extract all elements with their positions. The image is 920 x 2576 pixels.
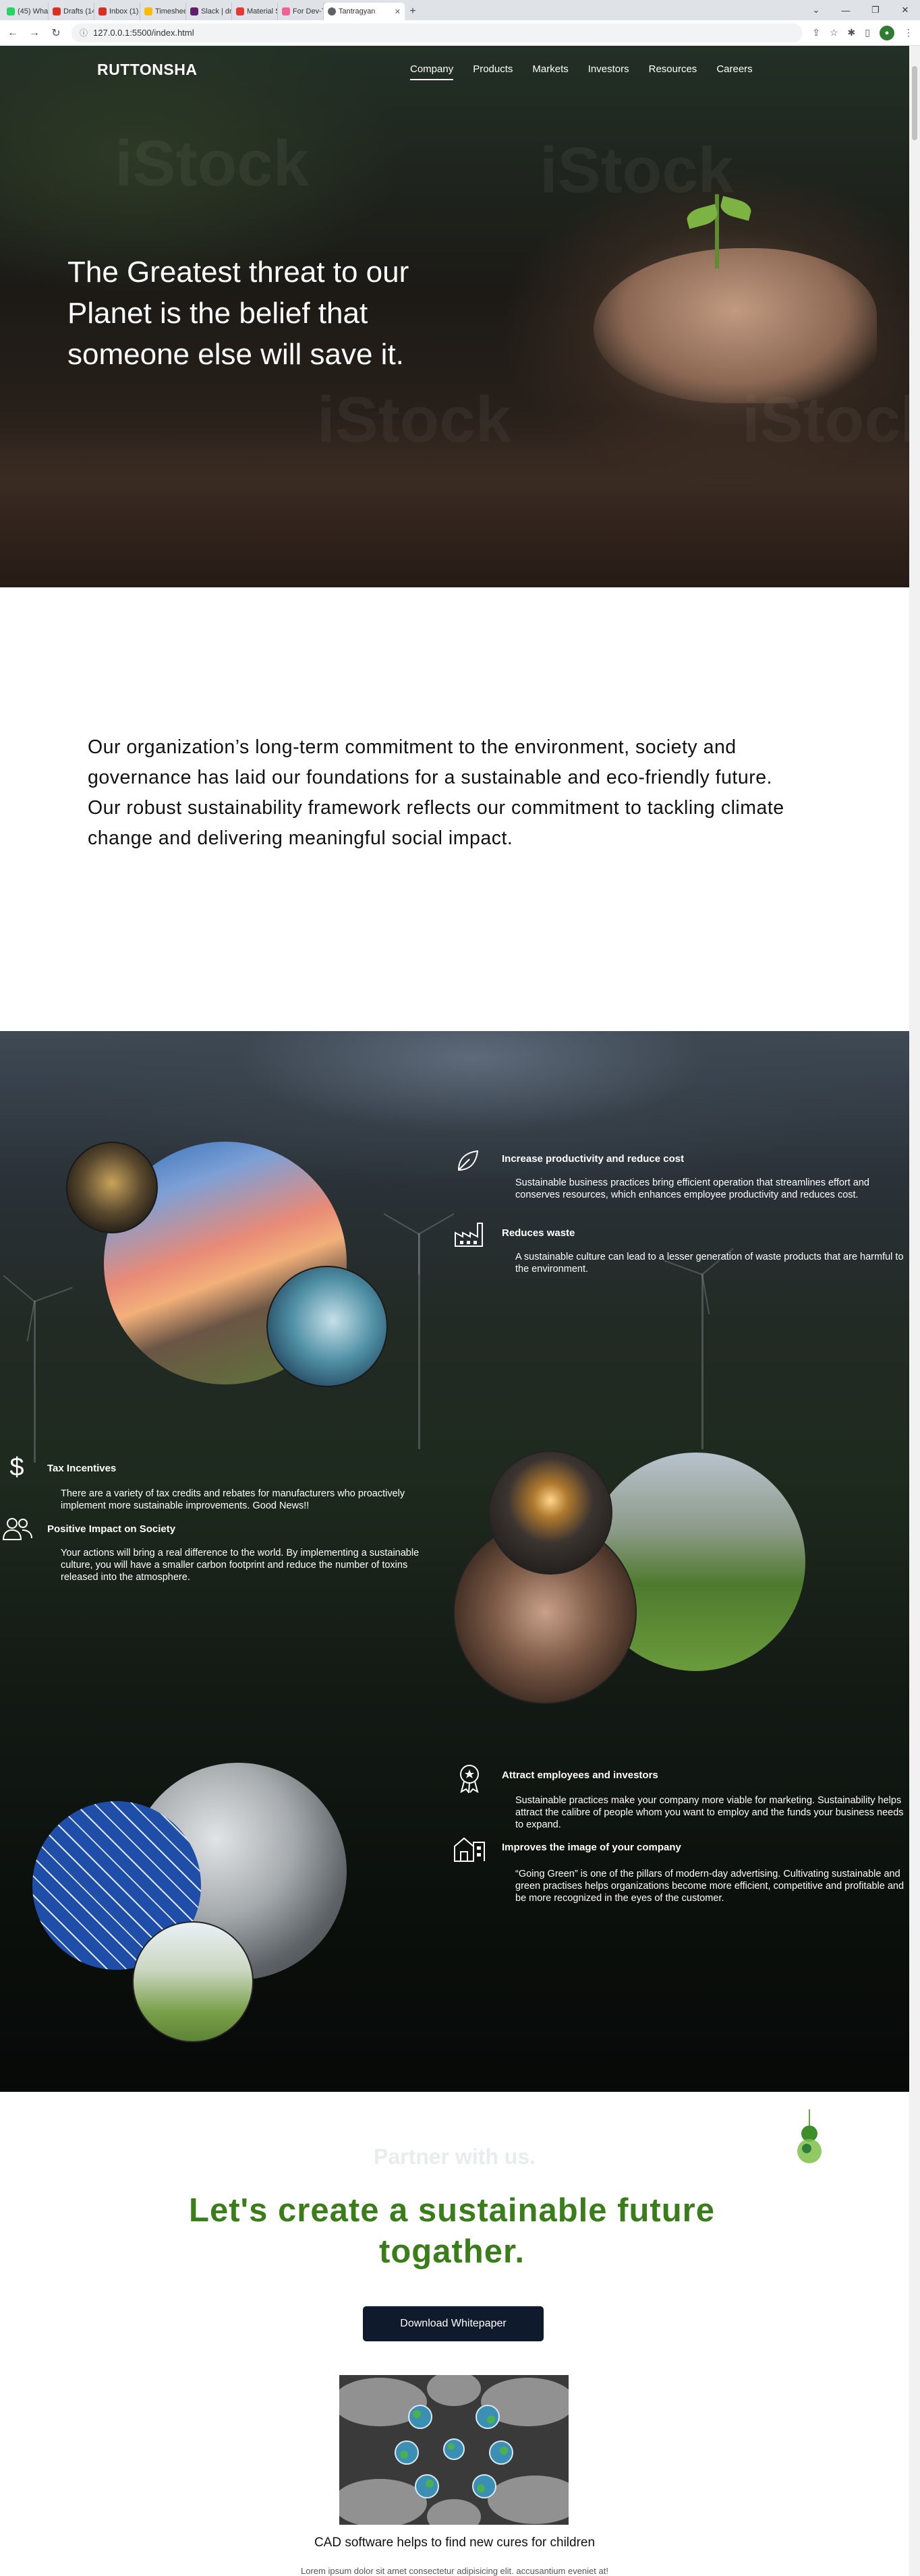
download-whitepaper-button[interactable]: Download Whitepaper: [363, 2306, 544, 2341]
browser-tab-strip: (45) WhatsApp✕ Drafts (14) - ✕ Inbox (1)…: [0, 0, 920, 20]
back-icon[interactable]: ←: [7, 27, 19, 39]
tab-search-icon[interactable]: ⌄: [801, 5, 831, 16]
wind-turbine: [701, 1274, 703, 1449]
main-nav: Company Products Markets Investors Resou…: [410, 63, 753, 80]
people-icon: [1, 1515, 34, 1542]
dollar-icon: $: [9, 1453, 24, 1482]
gmail-favicon-icon: [53, 7, 61, 16]
browser-tab[interactable]: Material Sym✕: [232, 3, 278, 20]
turbine-blade: [418, 1213, 455, 1235]
intro-paragraph: Our organization’s long-term commitment …: [88, 736, 784, 849]
window-controls: ⌄ — ❐ ✕: [801, 0, 920, 20]
couple-nature-image: [132, 1921, 254, 2043]
sprout-leaf: [685, 204, 720, 229]
wind-turbine: [34, 1301, 36, 1463]
card-title[interactable]: CAD software helps to find new cures for…: [0, 2536, 909, 2550]
feature-text: A sustainable culture can lead to a less…: [515, 1252, 904, 1275]
browser-tab[interactable]: Slack | dm()✕: [186, 3, 232, 20]
globe-favicon-icon: [328, 7, 336, 16]
more-menu-icon[interactable]: ⋮: [904, 27, 913, 38]
feature-title: Tax Incentives: [47, 1463, 117, 1474]
factory-icon: [453, 1220, 484, 1248]
award-icon: [456, 1763, 483, 1794]
web-page: iStock iStock iStock iStock RUTTONSHA Co…: [0, 46, 909, 2576]
reload-icon[interactable]: ↻: [50, 26, 62, 40]
bookmark-star-icon[interactable]: ☆: [830, 27, 838, 38]
close-window-icon[interactable]: ✕: [890, 5, 920, 16]
url-text: 127.0.0.1:5500/index.html: [93, 28, 194, 38]
browser-tab[interactable]: (45) WhatsApp✕: [3, 3, 49, 20]
page-scrollbar[interactable]: [909, 46, 920, 2576]
nav-item-markets[interactable]: Markets: [532, 63, 568, 80]
nav-item-products[interactable]: Products: [473, 63, 513, 80]
feature-text: Sustainable business practices bring eff…: [515, 1177, 869, 1200]
info-icon[interactable]: ⓘ: [80, 27, 88, 38]
forward-icon[interactable]: →: [28, 27, 40, 39]
globes-in-hands-image[interactable]: [339, 2375, 569, 2525]
soil-backdrop: [0, 412, 909, 587]
browser-toolbar: ← → ↻ ⓘ 127.0.0.1:5500/index.html ⇪ ☆ ✱ …: [0, 20, 920, 46]
hero-title: The Greatest threat to our Planet is the…: [67, 256, 409, 371]
sprout-leaf: [718, 196, 753, 221]
hands-image: [594, 248, 877, 403]
hands-seedling-image: [66, 1142, 158, 1233]
hero-section: iStock iStock iStock iStock RUTTONSHA Co…: [0, 46, 909, 587]
share-icon[interactable]: ⇪: [812, 27, 820, 38]
nav-item-company[interactable]: Company: [410, 63, 454, 80]
turbine-blade: [34, 1287, 73, 1302]
lightbulb-image: [488, 1451, 612, 1575]
new-tab-button[interactable]: +: [405, 3, 421, 20]
nav-item-resources[interactable]: Resources: [649, 63, 697, 80]
scrollbar-thumb[interactable]: [912, 66, 917, 140]
feature-text: “Going Green” is one of the pillars of m…: [515, 1869, 904, 1904]
feature-title: Improves the image of your company: [502, 1842, 681, 1853]
nav-item-careers[interactable]: Careers: [716, 63, 752, 80]
browser-tab[interactable]: Inbox (1) - ro✕: [94, 3, 140, 20]
turbine-blade: [383, 1213, 420, 1235]
turbine-blade: [3, 1275, 35, 1302]
sidebar-icon[interactable]: ▯: [865, 27, 870, 38]
building-icon: [453, 1835, 486, 1863]
stock-watermark: iStock: [540, 134, 735, 206]
nav-item-investors[interactable]: Investors: [588, 63, 629, 80]
feature-text: Sustainable practices make your company …: [515, 1795, 904, 1830]
partner-eyebrow: Partner with us.: [373, 2144, 536, 2169]
site-logo[interactable]: RUTTONSHA: [97, 61, 197, 79]
sheets-favicon-icon: [144, 7, 152, 16]
address-bar[interactable]: ⓘ 127.0.0.1:5500/index.html: [71, 23, 803, 42]
restore-icon[interactable]: ❐: [861, 5, 890, 16]
card-subtitle: Lorem ipsum dolor sit amet consectetur a…: [301, 2566, 608, 2576]
feature-title: Positive Impact on Society: [47, 1523, 176, 1535]
feature-title: Increase productivity and reduce cost: [502, 1153, 685, 1165]
leaf-icon: [453, 1147, 482, 1175]
turbine-blade: [418, 1234, 420, 1275]
gmail-favicon-icon: [98, 7, 107, 16]
test-favicon-icon: [282, 7, 290, 16]
browser-tab[interactable]: For Dev-Test✕: [278, 3, 324, 20]
renewable-energy-image: [266, 1266, 388, 1387]
minimize-icon[interactable]: —: [831, 5, 861, 16]
benefits-section: Increase productivity and reduce cost Su…: [0, 1031, 909, 2092]
earth-bulb-icon: [789, 2109, 830, 2170]
extensions-puzzle-icon[interactable]: ✱: [848, 27, 856, 38]
browser-tab[interactable]: Drafts (14) - ✕: [49, 3, 94, 20]
feature-text: There are a variety of tax credits and r…: [61, 1488, 405, 1511]
stock-watermark: iStock: [115, 127, 310, 200]
feature-title: Attract employees and investors: [502, 1769, 658, 1781]
feature-text: Your actions will bring a real differenc…: [61, 1548, 420, 1583]
browser-tab-active[interactable]: Tantragyan ✕: [324, 3, 405, 20]
slack-favicon-icon: [190, 7, 198, 16]
browser-tab[interactable]: Timesheet✕: [140, 3, 186, 20]
sprout-stem: [715, 194, 719, 268]
material-favicon-icon: [236, 7, 244, 16]
whatsapp-favicon-icon: [7, 7, 15, 16]
cta-title: Let's create a sustainable future togath…: [189, 2192, 715, 2270]
profile-avatar[interactable]: ●: [880, 25, 894, 40]
close-tab-icon[interactable]: ✕: [395, 7, 401, 16]
feature-title: Reduces waste: [502, 1227, 575, 1239]
extensions-area: ⇪ ☆ ✱ ▯ ● ⋮: [812, 25, 913, 40]
